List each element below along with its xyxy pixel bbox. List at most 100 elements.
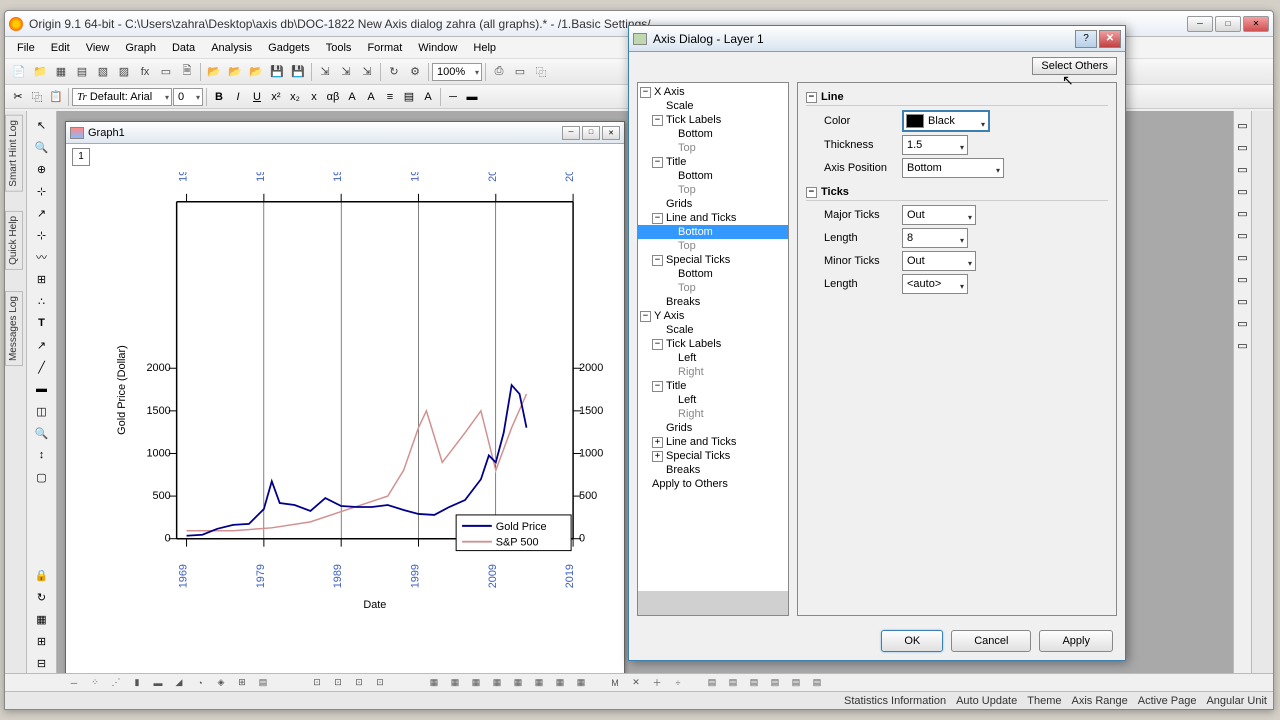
pointer-icon[interactable]: ↖: [31, 115, 53, 135]
tree-title-top[interactable]: Top: [638, 183, 788, 197]
line-style-icon[interactable]: ─: [444, 88, 462, 106]
axis-position-combo[interactable]: Bottom: [902, 158, 1004, 178]
select-others-button[interactable]: Select Others: [1032, 57, 1117, 75]
grid2-icon[interactable]: ▦: [446, 676, 464, 690]
italic-icon[interactable]: I: [229, 88, 247, 106]
tree-y-axis[interactable]: −Y Axis: [638, 309, 788, 323]
open-excel-icon[interactable]: 📂: [246, 62, 266, 82]
group-icon[interactable]: ⊞: [31, 631, 53, 651]
cross-icon[interactable]: ✕: [627, 676, 645, 690]
grid6-icon[interactable]: ▦: [530, 676, 548, 690]
align-icon[interactable]: ▦: [31, 609, 53, 629]
add-axis-icon[interactable]: ▭: [1232, 269, 1254, 289]
messages-log-tab[interactable]: Messages Log: [5, 291, 23, 366]
major-ticks-combo[interactable]: Out: [902, 205, 976, 225]
tree-tick-labels-y[interactable]: −Tick Labels: [638, 337, 788, 351]
bar-plot-icon[interactable]: ▬: [149, 676, 167, 690]
tool1-icon[interactable]: ⊡: [308, 676, 326, 690]
tree-apply-to-others[interactable]: Apply to Others: [638, 477, 788, 491]
tree-title-x[interactable]: −Title: [638, 155, 788, 169]
column-plot-icon[interactable]: ▮: [128, 676, 146, 690]
expand-icon[interactable]: +: [652, 437, 663, 448]
wks6-icon[interactable]: ▤: [808, 676, 826, 690]
menu-help[interactable]: Help: [465, 40, 504, 56]
tree-line-ticks-bottom[interactable]: Bottom: [638, 225, 788, 239]
collapse-icon[interactable]: −: [652, 339, 663, 350]
zoom-pan-icon[interactable]: 🔍: [31, 137, 53, 157]
add-axis2-icon[interactable]: ▭: [1232, 291, 1254, 311]
mask-icon[interactable]: ∴: [31, 291, 53, 311]
scatter-plot-icon[interactable]: ⁘: [86, 676, 104, 690]
decrease-font-icon[interactable]: A: [362, 88, 380, 106]
rescale-icon[interactable]: ↕: [31, 445, 53, 465]
div-icon[interactable]: ÷: [669, 676, 687, 690]
tree-grids-x[interactable]: Grids: [638, 197, 788, 211]
plus-icon[interactable]: ＋: [648, 676, 666, 690]
data-reader-icon[interactable]: ↗: [31, 203, 53, 223]
menu-edit[interactable]: Edit: [43, 40, 78, 56]
menu-tools[interactable]: Tools: [318, 40, 360, 56]
add-inset2-icon[interactable]: ▭: [1232, 203, 1254, 223]
tree-title-y[interactable]: −Title: [638, 379, 788, 393]
wks4-icon[interactable]: ▤: [766, 676, 784, 690]
add-right-icon[interactable]: ▭: [1232, 159, 1254, 179]
increase-font-icon[interactable]: A: [343, 88, 361, 106]
smart-hint-tab[interactable]: Smart Hint Log: [5, 115, 23, 192]
cut-icon[interactable]: ✂: [9, 88, 27, 106]
collapse-icon[interactable]: −: [652, 255, 663, 266]
greek-icon[interactable]: αβ: [324, 88, 342, 106]
color-combo[interactable]: Black: [902, 110, 990, 132]
paste-icon[interactable]: 📋: [47, 88, 65, 106]
duplicate-icon[interactable]: ⿻: [531, 62, 551, 82]
menu-view[interactable]: View: [78, 40, 118, 56]
tool4-icon[interactable]: ⊡: [371, 676, 389, 690]
quick-help-tab[interactable]: Quick Help: [5, 211, 23, 270]
data-cursor-icon[interactable]: ⊹: [31, 225, 53, 245]
tool-r-icon[interactable]: ▭: [1232, 313, 1254, 333]
grid4-icon[interactable]: ▦: [488, 676, 506, 690]
print-icon[interactable]: ⎙: [489, 62, 509, 82]
new-notes-icon[interactable]: 🗎: [177, 62, 197, 82]
area-plot-icon[interactable]: ◢: [170, 676, 188, 690]
layer-icon[interactable]: ▭: [1232, 115, 1254, 135]
line-group-header[interactable]: −Line: [806, 89, 1108, 106]
wks5-icon[interactable]: ▤: [787, 676, 805, 690]
tree-scale-x[interactable]: Scale: [638, 99, 788, 113]
tool2-icon[interactable]: ⊡: [329, 676, 347, 690]
tree-special-ticks-x[interactable]: −Special Ticks: [638, 253, 788, 267]
reader-icon[interactable]: ⊕: [31, 159, 53, 179]
tree-special-ticks-bottom[interactable]: Bottom: [638, 267, 788, 281]
menu-gadgets[interactable]: Gadgets: [260, 40, 318, 56]
add-top-icon[interactable]: ▭: [1232, 137, 1254, 157]
recalculate-icon[interactable]: ↻: [384, 62, 404, 82]
new-function-icon[interactable]: fx: [135, 62, 155, 82]
apply-button[interactable]: Apply: [1039, 630, 1113, 652]
minor-length-combo[interactable]: <auto>: [902, 274, 968, 294]
ok-button[interactable]: OK: [881, 630, 943, 652]
copy-icon[interactable]: ⿻: [28, 88, 46, 106]
draw-data-icon[interactable]: 〰: [31, 247, 53, 267]
minor-ticks-combo[interactable]: Out: [902, 251, 976, 271]
new-layout-icon[interactable]: ▭: [156, 62, 176, 82]
tree-line-ticks-x[interactable]: −Line and Ticks: [638, 211, 788, 225]
rotate-icon[interactable]: ↻: [31, 587, 53, 607]
tree-special-ticks-top[interactable]: Top: [638, 281, 788, 295]
major-length-combo[interactable]: 8: [902, 228, 968, 248]
layer-indicator[interactable]: 1: [72, 148, 90, 166]
collapse-icon[interactable]: −: [652, 115, 663, 126]
ticks-group-header[interactable]: −Ticks: [806, 184, 1108, 201]
menu-format[interactable]: Format: [359, 40, 410, 56]
tree-line-ticks-top[interactable]: Top: [638, 239, 788, 253]
graph-maximize-button[interactable]: □: [582, 126, 600, 140]
line-icon[interactable]: ╱: [31, 357, 53, 377]
underline-icon[interactable]: U: [248, 88, 266, 106]
line-scatter-icon[interactable]: ⋰: [107, 676, 125, 690]
collapse-icon[interactable]: −: [640, 87, 651, 98]
merge-icon[interactable]: ▭: [1232, 247, 1254, 267]
align-col-icon[interactable]: ▤: [400, 88, 418, 106]
align-left-icon[interactable]: ≡: [381, 88, 399, 106]
3d-plot-icon[interactable]: ◈: [212, 676, 230, 690]
arrow-icon[interactable]: ↗: [31, 335, 53, 355]
grid7-icon[interactable]: ▦: [551, 676, 569, 690]
lock-icon[interactable]: 🔒: [31, 565, 53, 585]
